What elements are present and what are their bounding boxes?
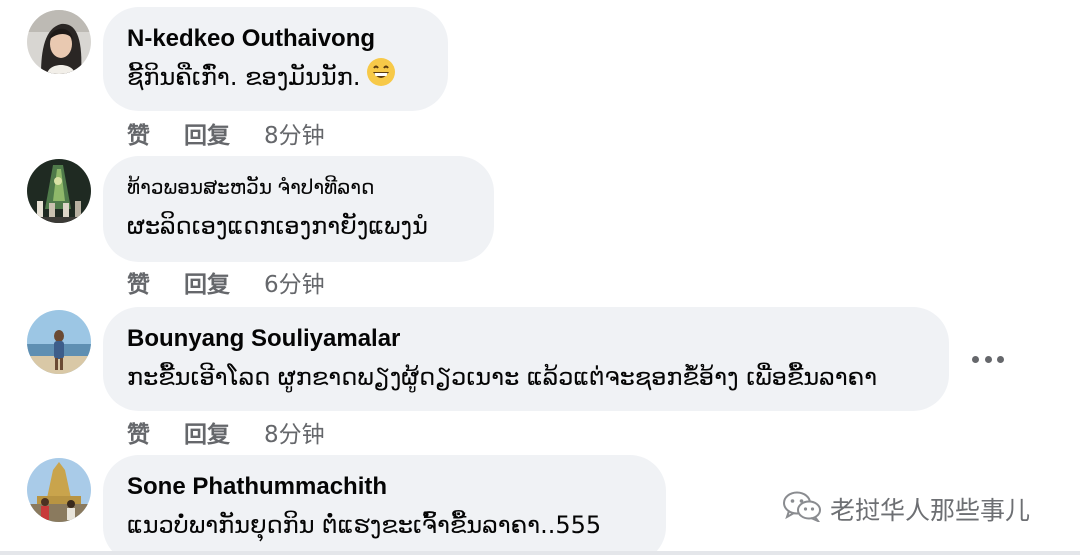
watermark-text: 老挝华人那些事儿 (830, 496, 1031, 525)
avatar[interactable] (27, 458, 91, 522)
comment-actions: 赞 回复 6分钟 (127, 265, 325, 299)
comment-actions: 赞 回复 8分钟 (127, 116, 325, 150)
comment-bubble: N-kedkeo Outhaivong ຊີ້ກິນຄືເກົ່າ. ຂອງມັ… (103, 7, 448, 111)
comment-text-body: ຊີ້ກິນຄືເກົ່າ. ຂອງມັນນັກ. (127, 63, 361, 91)
more-dot-icon (997, 355, 1004, 363)
comment-timestamp[interactable]: 8分钟 (264, 415, 325, 449)
more-options-button[interactable] (972, 349, 1004, 369)
like-button[interactable]: 赞 (127, 116, 150, 150)
wechat-icon (782, 490, 830, 528)
reply-button[interactable]: 回复 (184, 265, 230, 299)
reply-button[interactable]: 回复 (184, 415, 230, 449)
comment-timestamp[interactable]: 8分钟 (264, 116, 325, 150)
grinning-face-icon (366, 57, 396, 99)
comment-text: ຜະລິດເອງແດກເອງກາຍັງແພງນໍ (127, 212, 428, 240)
watermark: 老挝华人那些事儿 (782, 490, 1030, 528)
divider (0, 551, 1080, 555)
comment-author[interactable]: ທ້າວພອນສະຫວັນ ຈຳປາທີລາດ (127, 172, 468, 204)
comment-text: ແນວບໍ່ພາກັນຍຸດກິນ ຕໍ່ແຮງຂະເຈົ້າຂື້ນລາຄາ.… (127, 511, 602, 539)
like-button[interactable]: 赞 (127, 265, 150, 299)
more-dot-icon (984, 355, 992, 363)
comment-actions: 赞 回复 8分钟 (127, 415, 325, 449)
comment-text: ຊີ້ກິນຄືເກົ່າ. ຂອງມັນນັກ. (127, 57, 422, 99)
comment-text: ກະຂື້ນເອີາໂລດ ຜູກຂາດພຽງຜູ້ດຽວເນາະ ແລ້ວແຕ… (127, 363, 878, 391)
avatar[interactable] (27, 159, 91, 223)
comment-author[interactable]: Bounyang Souliyamalar (127, 323, 923, 355)
like-button[interactable]: 赞 (127, 415, 150, 449)
comment-author[interactable]: Sone Phathummachith (127, 471, 640, 503)
more-dot-icon (972, 355, 979, 363)
comment-bubble: Bounyang Souliyamalar ກະຂື້ນເອີາໂລດ ຜູກຂ… (103, 307, 949, 411)
comment-bubble: ທ້າວພອນສະຫວັນ ຈຳປາທີລາດ ຜະລິດເອງແດກເອງກາ… (103, 156, 494, 262)
comment-thread: N-kedkeo Outhaivong ຊີ້ກິນຄືເກົ່າ. ຂອງມັ… (0, 0, 1080, 555)
comment-bubble: Sone Phathummachith ແນວບໍ່ພາກັນຍຸດກິນ ຕໍ… (103, 455, 666, 555)
comment-author[interactable]: N-kedkeo Outhaivong (127, 23, 422, 55)
reply-button[interactable]: 回复 (184, 116, 230, 150)
comment-timestamp[interactable]: 6分钟 (264, 265, 325, 299)
avatar[interactable] (27, 310, 91, 374)
avatar[interactable] (27, 10, 91, 74)
